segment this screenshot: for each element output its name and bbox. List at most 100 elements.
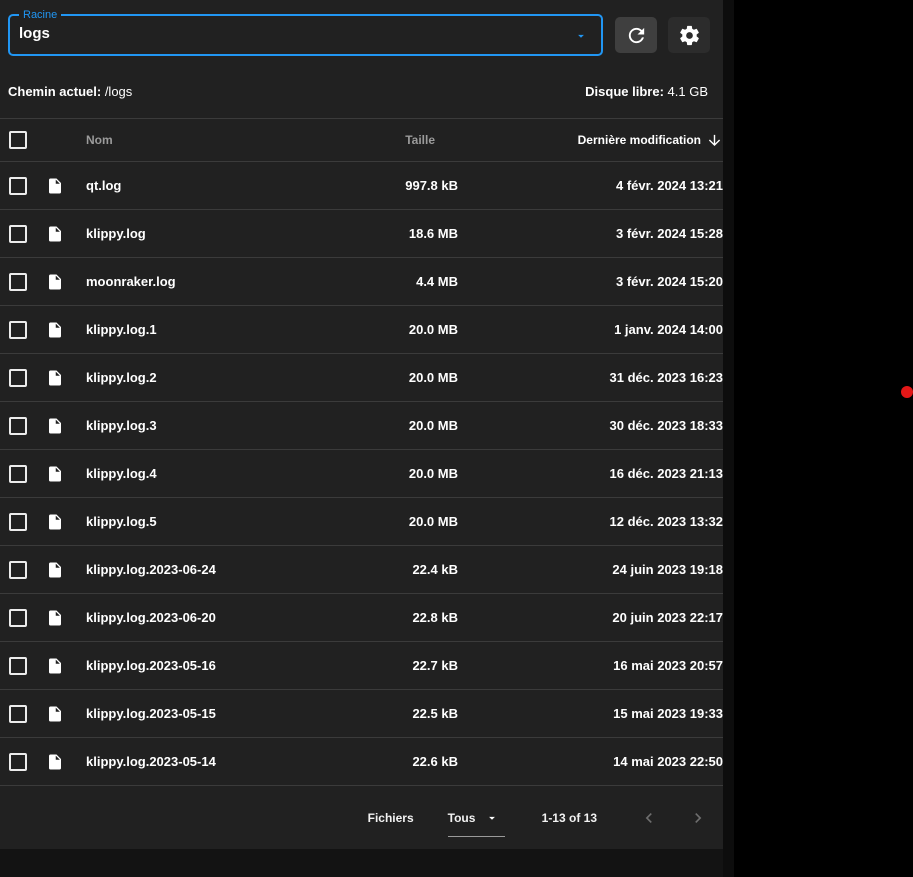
file-modified: 4 févr. 2024 13:21 <box>616 178 723 193</box>
row-checkbox[interactable] <box>9 368 27 387</box>
right-edge-strip <box>723 0 734 877</box>
file-size: 4.4 MB <box>416 274 458 289</box>
row-checkbox[interactable] <box>9 176 27 195</box>
file-name: klippy.log.2023-05-16 <box>86 658 216 673</box>
file-icon <box>49 610 61 625</box>
file-row[interactable]: klippy.log 18.6 MB 3 févr. 2024 15:28 <box>0 210 723 258</box>
file-row[interactable]: klippy.log.4 20.0 MB 16 déc. 2023 21:13 <box>0 450 723 498</box>
file-modified: 24 juin 2023 19:18 <box>612 562 723 577</box>
current-path: Chemin actuel: /logs <box>8 84 132 102</box>
file-row[interactable]: qt.log 997.8 kB 4 févr. 2024 13:21 <box>0 162 723 210</box>
file-name: klippy.log.2 <box>86 370 157 385</box>
chevron-down-icon <box>489 816 496 820</box>
file-row[interactable]: klippy.log.5 20.0 MB 12 déc. 2023 13:32 <box>0 498 723 546</box>
chevron-left-icon <box>645 812 652 823</box>
root-select-label: Racine <box>19 8 62 22</box>
row-checkbox[interactable] <box>9 272 27 291</box>
file-list: qt.log 997.8 kB 4 févr. 2024 13:21 klipp… <box>0 162 723 786</box>
file-size: 20.0 MB <box>408 514 458 529</box>
sort-descending-arrow-icon <box>708 134 721 146</box>
file-name: klippy.log.5 <box>86 514 157 529</box>
select-all-checkbox[interactable] <box>9 131 27 149</box>
file-icon <box>49 178 61 193</box>
table-footer: Fichiers Tous 1-13 of 13 <box>0 786 723 849</box>
file-icon <box>49 370 61 385</box>
row-checkbox[interactable] <box>9 416 27 435</box>
file-icon <box>49 658 61 673</box>
file-name: qt.log <box>86 178 122 193</box>
file-icon <box>49 562 61 577</box>
items-per-page-label: Fichiers <box>367 810 414 825</box>
file-size: 20.0 MB <box>408 370 458 385</box>
items-per-page-value: Tous <box>447 810 476 825</box>
refresh-icon <box>628 27 644 43</box>
file-size: 22.4 kB <box>412 562 458 577</box>
row-checkbox[interactable] <box>9 656 27 675</box>
file-name: klippy.log <box>86 226 146 241</box>
row-checkbox[interactable] <box>9 704 27 723</box>
root-select-value: logs <box>19 25 50 42</box>
file-row[interactable]: klippy.log.2023-06-24 22.4 kB 24 juin 20… <box>0 546 723 594</box>
file-icon <box>49 274 61 289</box>
page-background-strip <box>0 849 723 877</box>
next-page-button[interactable] <box>686 806 710 830</box>
file-row[interactable]: moonraker.log 4.4 MB 3 févr. 2024 15:20 <box>0 258 723 306</box>
file-size: 20.0 MB <box>408 322 458 337</box>
row-checkbox[interactable] <box>9 224 27 243</box>
file-size: 20.0 MB <box>408 466 458 481</box>
file-modified: 15 mai 2023 19:33 <box>613 706 723 721</box>
row-checkbox[interactable] <box>9 752 27 771</box>
file-row[interactable]: klippy.log.2023-06-20 22.8 kB 20 juin 20… <box>0 594 723 642</box>
file-row[interactable]: klippy.log.2 20.0 MB 31 déc. 2023 16:23 <box>0 354 723 402</box>
file-size: 22.8 kB <box>412 610 458 625</box>
column-header-name[interactable]: Nom <box>86 133 338 147</box>
gear-icon <box>679 25 699 45</box>
path-info-bar: Chemin actuel: /logs Disque libre: 4.1 G… <box>0 84 723 102</box>
file-modified: 3 févr. 2024 15:20 <box>616 274 723 289</box>
root-directory-select[interactable]: Racine logs <box>8 8 603 56</box>
row-checkbox[interactable] <box>9 560 27 579</box>
free-disk-label: Disque libre: <box>585 84 664 99</box>
file-icon <box>49 754 61 769</box>
file-name: klippy.log.2023-06-24 <box>86 562 216 577</box>
file-size: 22.5 kB <box>412 706 458 721</box>
file-size: 20.0 MB <box>408 418 458 433</box>
file-name: moonraker.log <box>86 274 176 289</box>
file-modified: 31 déc. 2023 16:23 <box>609 370 723 385</box>
file-name: klippy.log.2023-05-14 <box>86 754 216 769</box>
column-header-modified[interactable]: Dernière modification <box>458 132 723 149</box>
free-disk: Disque libre: 4.1 GB <box>585 84 708 102</box>
current-path-value: /logs <box>104 84 133 99</box>
row-checkbox[interactable] <box>9 512 27 531</box>
file-icon <box>49 514 61 529</box>
row-checkbox[interactable] <box>9 320 27 339</box>
file-icon <box>49 466 61 481</box>
refresh-button[interactable] <box>615 17 657 53</box>
file-row[interactable]: klippy.log.1 20.0 MB 1 janv. 2024 14:00 <box>0 306 723 354</box>
chevron-down-icon <box>578 34 584 38</box>
file-row[interactable]: klippy.log.2023-05-16 22.7 kB 16 mai 202… <box>0 642 723 690</box>
row-checkbox[interactable] <box>9 464 27 483</box>
file-row[interactable]: klippy.log.2023-05-14 22.6 kB 14 mai 202… <box>0 738 723 786</box>
prev-page-button[interactable] <box>637 806 661 830</box>
file-row[interactable]: klippy.log.2023-05-15 22.5 kB 15 mai 202… <box>0 690 723 738</box>
file-modified: 30 déc. 2023 18:33 <box>609 418 723 433</box>
file-size: 18.6 MB <box>408 226 458 241</box>
file-name: klippy.log.1 <box>86 322 157 337</box>
table-header: Nom Taille Dernière modification <box>0 118 723 162</box>
file-size: 22.6 kB <box>412 754 458 769</box>
file-modified: 1 janv. 2024 14:00 <box>614 322 723 337</box>
file-icon <box>49 706 61 721</box>
file-modified: 16 déc. 2023 21:13 <box>609 466 723 481</box>
file-browser-panel: Racine logs Chemin actuel: /logs Disque … <box>0 0 723 849</box>
row-checkbox[interactable] <box>9 608 27 627</box>
column-header-size[interactable]: Taille <box>338 133 458 147</box>
chevron-right-icon <box>695 812 702 823</box>
items-per-page-select[interactable]: Tous <box>447 810 505 837</box>
settings-button[interactable] <box>668 17 710 53</box>
red-dot-indicator <box>901 386 913 398</box>
file-row[interactable]: klippy.log.3 20.0 MB 30 déc. 2023 18:33 <box>0 402 723 450</box>
file-modified: 20 juin 2023 22:17 <box>612 610 723 625</box>
file-name: klippy.log.2023-05-15 <box>86 706 216 721</box>
file-modified: 16 mai 2023 20:57 <box>613 658 723 673</box>
